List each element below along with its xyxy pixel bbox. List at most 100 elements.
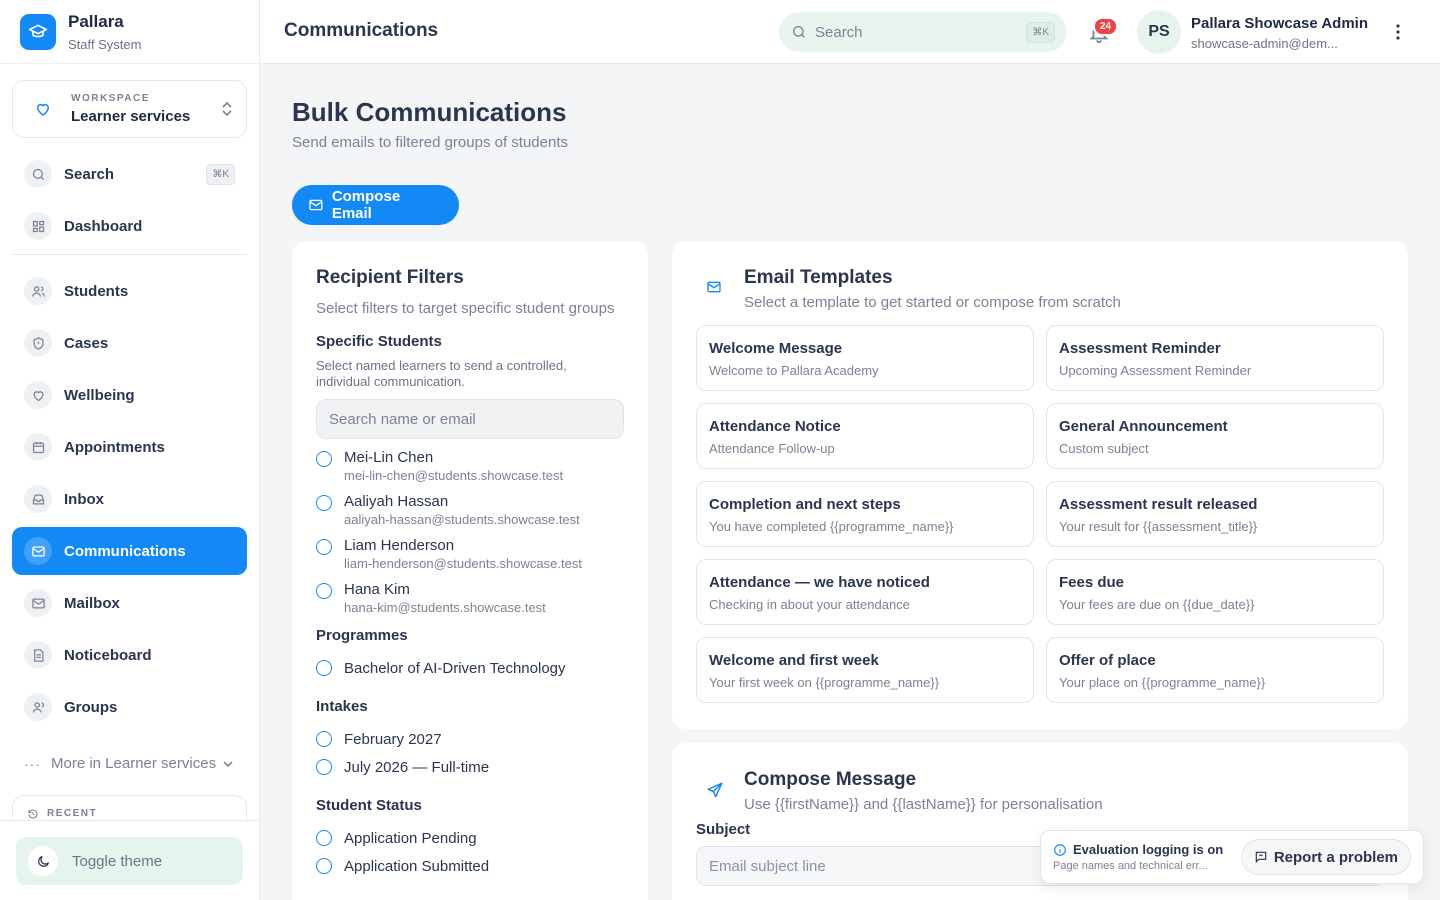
brand-subtitle: Staff System [68,36,142,52]
sidebar-item-students[interactable]: Students [12,267,247,315]
template-card[interactable]: Completion and next steps You have comple… [696,481,1034,547]
template-card[interactable]: Attendance — we have noticed Checking in … [696,559,1034,625]
template-name: Attendance — we have noticed [709,574,930,591]
template-card[interactable]: Offer of place Your place on {{programme_… [1046,637,1384,703]
bulk-communications-title: Bulk Communications [292,97,567,127]
avatar[interactable]: PS [1137,10,1181,54]
radio-button[interactable] [316,539,332,555]
intake-option[interactable]: July 2026 — Full-time [316,753,624,781]
student-option[interactable]: Mei-Lin Chen mei-lin-chen@students.showca… [316,449,624,493]
template-name: Offer of place [1059,652,1156,669]
toast-title: Evaluation logging is on [1073,842,1224,857]
more-vertical-icon[interactable] [1388,22,1408,42]
shortcut-badge: ⌘K [206,163,235,185]
report-problem-label: Report a problem [1273,848,1398,866]
toggle-theme-button[interactable]: Toggle theme [16,837,243,885]
radio-button[interactable] [316,660,332,676]
notification-badge: 24 [1093,17,1119,36]
workspace-switcher[interactable]: WORKSPACE Learner services [12,80,247,138]
heart-icon [33,99,53,119]
radio-button[interactable] [316,495,332,511]
template-name: Assessment result released [1059,496,1258,513]
radio-button[interactable] [316,451,332,467]
student-option[interactable]: Liam Henderson liam-henderson@students.sh… [316,537,624,581]
option-label: February 2027 [344,730,442,748]
programme-option[interactable]: Bachelor of AI-Driven Technology [316,654,624,682]
sidebar-item-label: Noticeboard [64,646,152,664]
student-name: Liam Henderson [344,537,455,554]
search-placeholder: Search [815,23,863,41]
search-icon [791,24,807,40]
template-subject: Your place on {{programme_name}} [1059,675,1266,690]
global-search-input[interactable]: Search ⌘K [779,12,1067,52]
sidebar-divider [12,254,247,255]
sidebar-item-label: Search [64,165,115,183]
student-email: hana-kim@students.showcase.test [344,600,546,615]
topbar: Communications Search ⌘K 24 PS Pallara S… [260,0,1440,64]
student-email: mei-lin-chen@students.showcase.test [344,468,564,483]
mail-icon [24,537,52,565]
sidebar-item-search[interactable]: Search ⌘K [12,150,247,198]
specific-students-hint: Select named learners to send a controll… [316,358,567,389]
ellipsis-icon: ··· [24,756,41,772]
page-title: Communications [284,20,439,41]
template-name: Completion and next steps [709,496,901,513]
evaluation-logging-toast: Evaluation logging is on Page names and … [1040,830,1424,884]
sidebar-item-mailbox[interactable]: Mailbox [12,579,247,627]
sidebar-item-wellbeing[interactable]: Wellbeing [12,371,247,419]
template-card[interactable]: Assessment Reminder Upcoming Assessment R… [1046,325,1384,391]
template-card[interactable]: Assessment result released Your result fo… [1046,481,1384,547]
status-option[interactable]: Application Pending [316,824,624,852]
template-card[interactable]: Welcome Message Welcome to Pallara Academ… [696,325,1034,391]
shield-icon [24,329,52,357]
compose-email-button[interactable]: Compose Email [292,185,459,225]
sidebar-item-label: Dashboard [64,217,143,235]
sidebar-item-dashboard[interactable]: Dashboard [12,202,247,250]
sidebar-item-label: Inbox [64,490,104,508]
template-card[interactable]: Fees due Your fees are due on {{due_date}… [1046,559,1384,625]
template-subject: Custom subject [1059,441,1149,456]
sidebar-item-groups[interactable]: Groups [12,683,247,731]
history-icon [27,808,39,820]
radio-button[interactable] [316,731,332,747]
templates-subtitle: Select a template to get started or comp… [744,294,1121,311]
radio-button[interactable] [316,830,332,846]
group-icon [24,693,52,721]
subject-placeholder: Email subject line [709,857,826,875]
report-problem-button[interactable]: Report a problem [1240,839,1411,875]
template-card[interactable]: Welcome and first week Your first week on… [696,637,1034,703]
user-menu[interactable]: Pallara Showcase Admin showcase-admin@de… [1191,15,1368,51]
student-option[interactable]: Aaliyah Hassan aaliyah-hassan@students.sh… [316,493,624,537]
sidebar-item-noticeboard[interactable]: Noticeboard [12,631,247,679]
template-subject: Your fees are due on {{due_date}} [1059,597,1255,612]
status-option[interactable]: Application Submitted [316,852,624,880]
inbox-icon [24,485,52,513]
template-card[interactable]: General Announcement Custom subject [1046,403,1384,469]
sidebar-item-appointments[interactable]: Appointments [12,423,247,471]
radio-button[interactable] [316,583,332,599]
sidebar-item-cases[interactable]: Cases [12,319,247,367]
student-email: aaliyah-hassan@students.showcase.test [344,512,580,527]
more-section-toggle[interactable]: ··· More in Learner services [12,740,247,788]
mail-icon [309,199,323,211]
template-subject: Welcome to Pallara Academy [709,363,879,378]
shortcut-badge: ⌘K [1026,21,1055,43]
template-name: General Announcement [1059,418,1228,435]
recipient-filters-card: Recipient Filters Select filters to targ… [292,241,648,900]
template-name: Welcome Message [709,340,843,357]
template-card[interactable]: Attendance Notice Attendance Follow-up [696,403,1034,469]
radio-button[interactable] [316,858,332,874]
radio-button[interactable] [316,759,332,775]
sidebar-item-inbox[interactable]: Inbox [12,475,247,523]
message-icon [1255,851,1267,864]
brand: Pallara Staff System [0,0,259,64]
student-list: Mei-Lin Chen mei-lin-chen@students.showca… [316,449,624,617]
recent-label: RECENT [47,808,98,819]
student-search-input[interactable]: Search name or email [316,399,624,439]
intake-option[interactable]: February 2027 [316,725,624,753]
info-icon [1054,843,1066,856]
template-subject: Your first week on {{programme_name}} [709,675,940,690]
toggle-theme-label: Toggle theme [72,852,163,870]
student-option[interactable]: Hana Kim hana-kim@students.showcase.test [316,581,624,617]
sidebar-item-communications[interactable]: Communications [12,527,247,575]
